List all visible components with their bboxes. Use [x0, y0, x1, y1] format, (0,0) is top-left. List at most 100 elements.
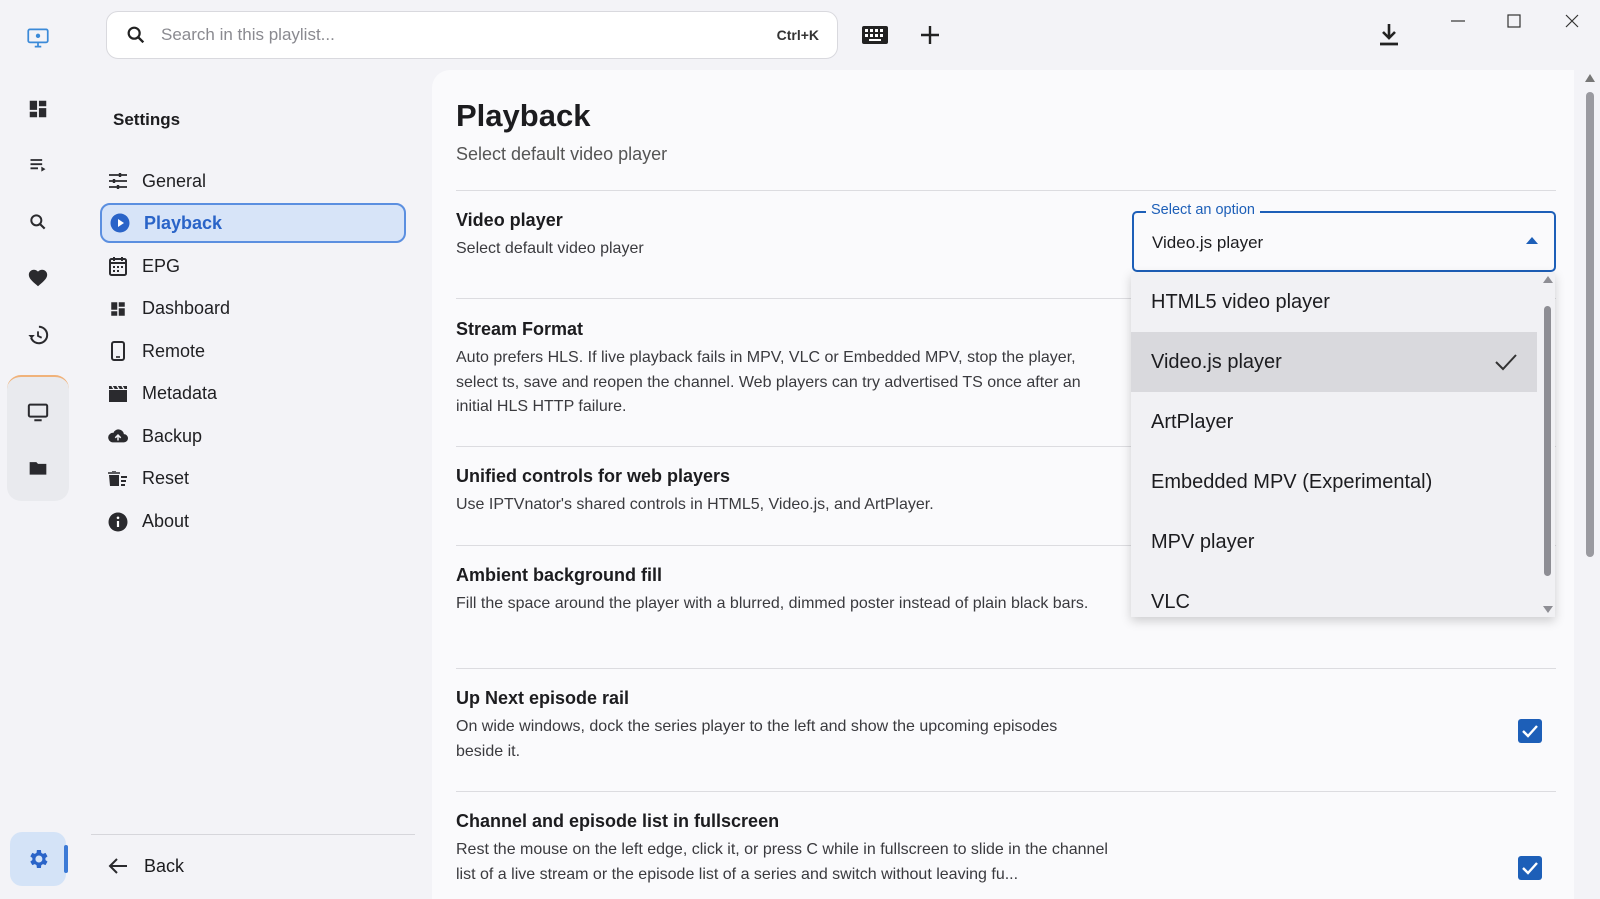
setting-title: Video player	[456, 210, 563, 230]
option-label: HTML5 video player	[1151, 290, 1330, 313]
option-mpv[interactable]: MPV player	[1131, 512, 1537, 572]
divider	[456, 791, 1556, 792]
option-embedded-mpv[interactable]: Embedded MPV (Experimental)	[1131, 452, 1537, 512]
nav-item-dashboard[interactable]: Dashboard	[100, 288, 406, 330]
up-next-checkbox[interactable]	[1518, 719, 1542, 743]
dashboard-icon[interactable]	[18, 89, 58, 129]
close-icon[interactable]	[1552, 8, 1592, 34]
dashboard-icon	[108, 299, 128, 319]
option-label: Video.js player	[1151, 350, 1282, 373]
tv-icon[interactable]	[18, 392, 58, 432]
playlist-icon[interactable]	[18, 145, 58, 185]
nav-item-remote[interactable]: Remote	[100, 330, 406, 372]
calendar-icon	[108, 256, 128, 276]
settings-button[interactable]	[10, 832, 66, 886]
setting-title: Channel and episode list in fullscreen	[456, 811, 780, 831]
settings-nav: General Playback EPG Dashboard Remote Me…	[100, 160, 406, 543]
search-icon	[127, 26, 145, 44]
back-label: Back	[144, 856, 185, 876]
nav-item-metadata[interactable]: Metadata	[100, 373, 406, 415]
divider	[456, 190, 1556, 191]
minimize-icon[interactable]	[1438, 8, 1478, 34]
folder-icon[interactable]	[18, 448, 58, 488]
option-label: Embedded MPV (Experimental)	[1151, 470, 1433, 493]
setting-description: Select default video player	[456, 240, 644, 257]
navigation-rail	[0, 0, 76, 899]
video-player-select[interactable]: Select an option Video.js player	[1132, 202, 1556, 272]
scroll-up-icon[interactable]	[1585, 74, 1595, 82]
option-html5[interactable]: HTML5 video player	[1131, 272, 1537, 332]
scroll-up-icon[interactable]	[1543, 276, 1553, 283]
back-button[interactable]: Back	[108, 856, 184, 877]
dropdown-scrollbar-thumb[interactable]	[1544, 306, 1551, 576]
keyboard-icon[interactable]	[858, 18, 892, 52]
option-artplayer[interactable]: ArtPlayer	[1131, 392, 1537, 452]
search-shortcut: Ctrl+K	[776, 27, 819, 43]
active-indicator	[64, 845, 68, 873]
checkmark-icon	[1522, 862, 1538, 875]
nav-item-label: Dashboard	[142, 298, 231, 319]
cloud-upload-icon	[108, 426, 128, 446]
nav-item-about[interactable]: About	[100, 501, 406, 543]
fullscreen-list-checkbox[interactable]	[1518, 856, 1542, 880]
dropdown-scrollbar[interactable]	[1539, 272, 1555, 617]
favorites-icon[interactable]	[18, 258, 58, 298]
search-bar[interactable]: Ctrl+K	[106, 11, 838, 59]
info-icon	[108, 512, 128, 532]
nav-item-playback[interactable]: Playback	[100, 203, 406, 243]
page-subtitle: Select default video player	[456, 144, 668, 164]
nav-item-label: EPG	[142, 255, 181, 276]
setting-title: Stream Format	[456, 319, 584, 339]
page-scrollbar[interactable]	[1583, 72, 1597, 899]
setting-description: On wide windows, dock the series player …	[456, 718, 1058, 760]
option-label: VLC	[1151, 590, 1190, 613]
nav-item-backup[interactable]: Backup	[100, 415, 406, 457]
maximize-icon[interactable]	[1494, 8, 1534, 34]
setting-up-next-rail: Up Next episode rail On wide windows, do…	[456, 688, 1076, 764]
nav-item-label: Reset	[142, 468, 190, 489]
phone-icon	[108, 341, 128, 362]
add-icon[interactable]	[913, 18, 947, 52]
setting-title: Ambient background fill	[456, 565, 663, 585]
video-player-options: HTML5 video player Video.js player ArtPl…	[1131, 272, 1555, 617]
tune-icon	[108, 171, 128, 191]
scroll-down-icon[interactable]	[1543, 606, 1553, 613]
setting-description: Rest the mouse on the left edge, click i…	[456, 841, 1108, 883]
nav-item-label: Backup	[142, 425, 203, 446]
nav-item-epg[interactable]: EPG	[100, 245, 406, 287]
setting-description: Use IPTVnator's shared controls in HTML5…	[456, 496, 934, 513]
setting-description: Auto prefers HLS. If live playback fails…	[456, 349, 1081, 415]
settings-gear-icon	[30, 850, 48, 868]
setting-title: Unified controls for web players	[456, 466, 731, 486]
delete-sweep-icon	[108, 469, 128, 489]
nav-divider	[91, 834, 415, 835]
nav-item-reset[interactable]: Reset	[100, 458, 406, 500]
setting-stream-format: Stream Format Auto prefers HLS. If live …	[456, 319, 1096, 420]
scrollbar-thumb[interactable]	[1586, 92, 1594, 557]
setting-ambient-background: Ambient background fill Fill the space a…	[456, 565, 1116, 617]
select-label: Select an option	[1146, 202, 1260, 218]
option-videojs[interactable]: Video.js player	[1131, 332, 1537, 392]
play-circle-icon	[110, 213, 130, 233]
clapperboard-icon	[108, 384, 128, 404]
nav-item-general[interactable]: General	[100, 160, 406, 202]
chevron-up-icon	[1526, 237, 1538, 244]
page-title: Playback	[456, 98, 591, 133]
option-label: MPV player	[1151, 530, 1255, 553]
nav-item-label: General	[142, 170, 207, 191]
download-icon[interactable]	[1372, 18, 1406, 52]
option-vlc[interactable]: VLC	[1131, 572, 1537, 617]
divider	[456, 668, 1556, 669]
nav-item-label: Metadata	[142, 383, 218, 404]
history-icon[interactable]	[18, 315, 58, 355]
settings-title: Settings	[113, 110, 181, 129]
nav-item-label: About	[142, 511, 190, 532]
check-icon	[1495, 354, 1517, 371]
select-value: Video.js player	[1152, 233, 1264, 252]
setting-video-player: Video player Select default video player	[456, 210, 1116, 262]
search-icon[interactable]	[18, 202, 58, 242]
nav-item-label: Playback	[144, 212, 223, 233]
app-logo-icon[interactable]	[18, 18, 58, 58]
search-input[interactable]	[161, 25, 777, 45]
setting-description: Fill the space around the player with a …	[456, 595, 1089, 612]
